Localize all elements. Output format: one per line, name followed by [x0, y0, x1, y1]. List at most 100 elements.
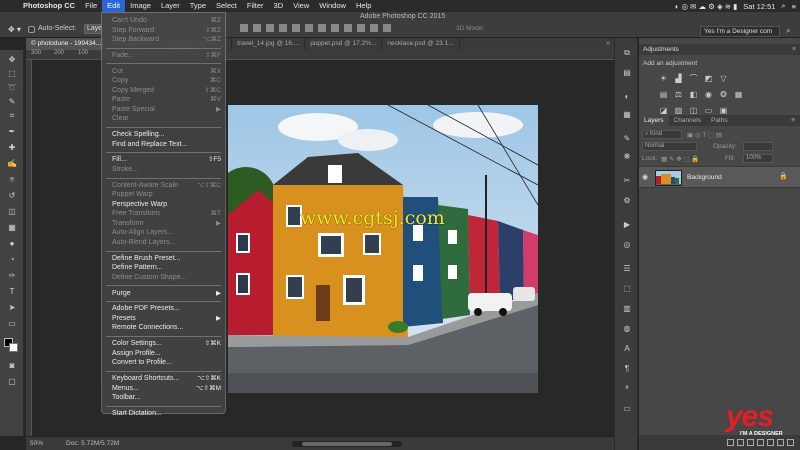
auto-select-target[interactable]: Layer [84, 24, 102, 34]
quick-mask-icon[interactable]: ◙ [2, 360, 22, 372]
menu-image[interactable]: Image [125, 0, 156, 12]
filter-icons[interactable]: ▣ ◎ T ⬚ ▤ [687, 131, 722, 139]
zoom-level[interactable]: 50% [30, 440, 43, 447]
adjustment-layer-icon[interactable] [757, 439, 764, 446]
menu-item-auto-blend-layers[interactable]: Auto-Blend Layers... [102, 238, 225, 247]
auto-align-icon[interactable] [370, 24, 378, 32]
menu-item-presets[interactable]: Presets ▶ [102, 314, 225, 323]
dodge-tool-icon[interactable]: ◔ [2, 254, 22, 266]
align-extra-icon[interactable] [383, 24, 391, 32]
menu-filter[interactable]: Filter [242, 0, 269, 12]
exposure-icon[interactable]: ◩ [702, 72, 715, 85]
eyedropper-tool-icon[interactable]: ✒ [2, 126, 22, 138]
menu-item-purge[interactable]: Purge ▶ [102, 289, 225, 298]
group-icon[interactable] [767, 439, 774, 446]
visibility-eye-icon[interactable]: ◉ [642, 173, 648, 181]
blur-tool-icon[interactable]: ● [2, 238, 22, 250]
menu-list-icon[interactable]: ≡ [792, 2, 796, 11]
info-panel-icon[interactable]: ▥ [621, 304, 633, 314]
doc-tab[interactable]: puppet.psd @ 17.2%... [305, 38, 383, 50]
history-brush-icon[interactable]: ↺ [2, 190, 22, 202]
menu-item-auto-align-layers[interactable]: Auto-Align Layers... [102, 228, 225, 237]
trash-icon[interactable] [787, 439, 794, 446]
menu-3d[interactable]: 3D [269, 0, 289, 12]
menu-layer[interactable]: Layer [156, 0, 185, 12]
distribute-icon[interactable] [318, 24, 326, 32]
menu-item-remote-connections[interactable]: Remote Connections... [102, 323, 225, 332]
move-tool-icon[interactable]: ✥ [2, 54, 22, 66]
menu-item-clear[interactable]: Clear [102, 114, 225, 123]
paths-panel-icon[interactable]: ◎ [621, 240, 633, 250]
menu-item-color-settings[interactable]: Color Settings... ⇧⌘K [102, 339, 225, 348]
align-bottom-icon[interactable] [266, 24, 274, 32]
menu-item-copy-merged[interactable]: Copy Merged ⇧⌘C [102, 86, 225, 95]
brightness-contrast-icon[interactable]: ☀ [657, 72, 670, 85]
move-tool-icon[interactable]: ✥ ▾ [8, 25, 21, 34]
menu-item-menus[interactable]: Menus... ⌥⇧⌘M [102, 384, 225, 393]
menu-item-find-and-replace-text[interactable]: Find and Replace Text... [102, 140, 225, 149]
status-icons[interactable]: ◐ ◎ ✉ ☁ ⚙ ◈ ≋ ▮ [675, 2, 737, 11]
levels-icon[interactable]: ▟ [672, 72, 685, 85]
menu-item-step-backward[interactable]: Step Backward ⌥⌘Z [102, 35, 225, 44]
actions-panel-icon[interactable]: ▶ [621, 220, 633, 230]
adjustments-panel-header[interactable]: Adjustments ≡ [639, 44, 800, 55]
distribute-v-icon[interactable] [344, 24, 352, 32]
menu-item-define-custom-shape[interactable]: Define Custom Shape... [102, 273, 225, 282]
menu-item-can-t-undo[interactable]: Can't Undo ⌘Z [102, 16, 225, 25]
eraser-tool-icon[interactable]: ◫ [2, 206, 22, 218]
color-panel-icon[interactable]: ◐ [621, 92, 633, 102]
align-top-icon[interactable] [240, 24, 248, 32]
menu-edit[interactable]: Edit [102, 0, 126, 12]
menu-item-convert-to-profile[interactable]: Convert to Profile... [102, 358, 225, 367]
curves-icon[interactable]: ⌒ [687, 72, 700, 85]
vibrance-icon[interactable]: ▽ [717, 72, 730, 85]
more-tabs-icon[interactable]: » [602, 38, 614, 50]
menu-item-free-transform[interactable]: Free Transform ⌘T [102, 209, 225, 218]
menu-help[interactable]: Help [351, 0, 376, 12]
layer-style-icon[interactable] [737, 439, 744, 446]
menu-item-define-brush-preset[interactable]: Define Brush Preset... [102, 254, 225, 263]
doc-tab[interactable]: travel_14.jpg @ 16.... [232, 38, 306, 50]
channel-mixer-icon[interactable]: ❂ [717, 88, 730, 101]
brush-tool-icon[interactable]: ✍ [2, 158, 22, 170]
kind-filter-select[interactable]: ⌕ Kind [642, 130, 682, 139]
path-select-tool-icon[interactable]: ➤ [2, 302, 22, 314]
brush-panel-icon[interactable]: ✎ [621, 134, 633, 144]
menu-item-toolbar[interactable]: Toolbar... [102, 393, 225, 402]
marquee-tool-icon[interactable]: ⬚ [2, 68, 22, 80]
menu-item-start-dictation[interactable]: Start Dictation... [102, 409, 225, 418]
timeline-panel-icon[interactable]: ▭ [621, 404, 633, 414]
layer-row-background[interactable]: ◉ Background 🔒 [639, 166, 800, 188]
distribute-h-icon[interactable] [331, 24, 339, 32]
doc-tab[interactable]: necklace.psd @ 23.1... [382, 38, 460, 50]
menu-item-paste-special[interactable]: Paste Special ▶ [102, 105, 225, 114]
gradient-tool-icon[interactable]: ▦ [2, 222, 22, 234]
menu-view[interactable]: View [288, 0, 314, 12]
auto-select-checkbox[interactable] [28, 26, 35, 33]
character-panel-icon[interactable]: A [621, 344, 633, 354]
notes-panel-icon[interactable]: ⬚ [621, 284, 633, 294]
clone-source-icon[interactable]: ✂ [621, 176, 633, 186]
libraries-panel-icon[interactable]: ☰ [621, 264, 633, 274]
healing-tool-icon[interactable]: ✚ [2, 142, 22, 154]
menu-item-copy[interactable]: Copy ⌘C [102, 76, 225, 85]
background-color-swatch[interactable] [9, 343, 18, 352]
menu-select[interactable]: Select [211, 0, 242, 12]
menu-item-paste[interactable]: Paste ⌘V [102, 95, 225, 104]
align-left-icon[interactable] [279, 24, 287, 32]
menu-item-adobe-pdf-presets[interactable]: Adobe PDF Presets... [102, 304, 225, 313]
search-icon[interactable]: ⌕ [781, 1, 785, 11]
distribute-space-icon[interactable] [357, 24, 365, 32]
pen-tool-icon[interactable]: ✑ [2, 270, 22, 282]
link-layers-icon[interactable] [727, 439, 734, 446]
lasso-tool-icon[interactable]: ➰ [2, 82, 22, 94]
layer-mask-icon[interactable] [747, 439, 754, 446]
color-balance-icon[interactable]: ⚖ [672, 88, 685, 101]
tab-channels[interactable]: Channels [669, 115, 706, 126]
menu-item-assign-profile[interactable]: Assign Profile... [102, 349, 225, 358]
menu-item-fade[interactable]: Fade... ⇧⌘F [102, 51, 225, 60]
glyphs-panel-icon[interactable]: ª [621, 384, 633, 394]
menu-item-perspective-warp[interactable]: Perspective Warp [102, 200, 225, 209]
menu-item-define-pattern[interactable]: Define Pattern... [102, 263, 225, 272]
stamp-tool-icon[interactable]: ⍟ [2, 174, 22, 186]
